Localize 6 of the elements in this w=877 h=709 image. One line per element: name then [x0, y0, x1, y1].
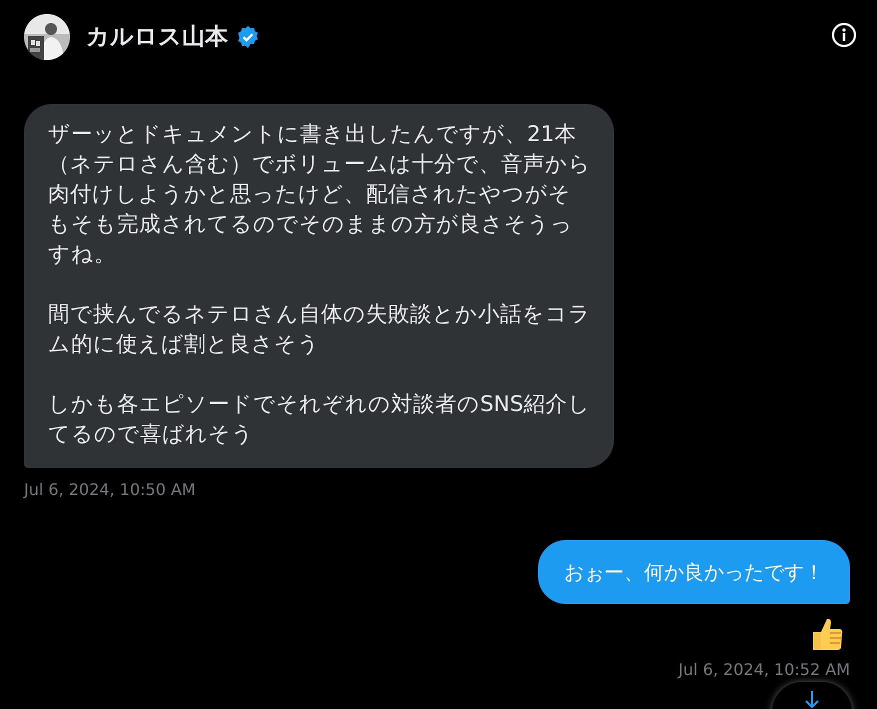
user-name: カルロス山本 [86, 22, 228, 52]
info-icon[interactable] [831, 22, 857, 48]
message-timestamp: Jul 6, 2024, 10:50 AM [24, 479, 196, 501]
message-bubble: おぉー、何か良かったです！ [538, 540, 850, 604]
message-timestamp: Jul 6, 2024, 10:52 AM [678, 659, 850, 681]
message-bubble: ザーッとドキュメントに書き出したんですが、21本（ネテロさん含む）でボリュームは十分で、音声から肉付けしようかと思ったけど、配信されたやつがそもそも完成されてるのでそのままの方が良さそうっすね。 間で挟んでるネテロさん自体の失敗談とか小話をコラム的に使えば割と良さそう しかも各エピソードでそれぞれの対談者のSNS紹介してるので喜ばれそう [24, 104, 614, 468]
